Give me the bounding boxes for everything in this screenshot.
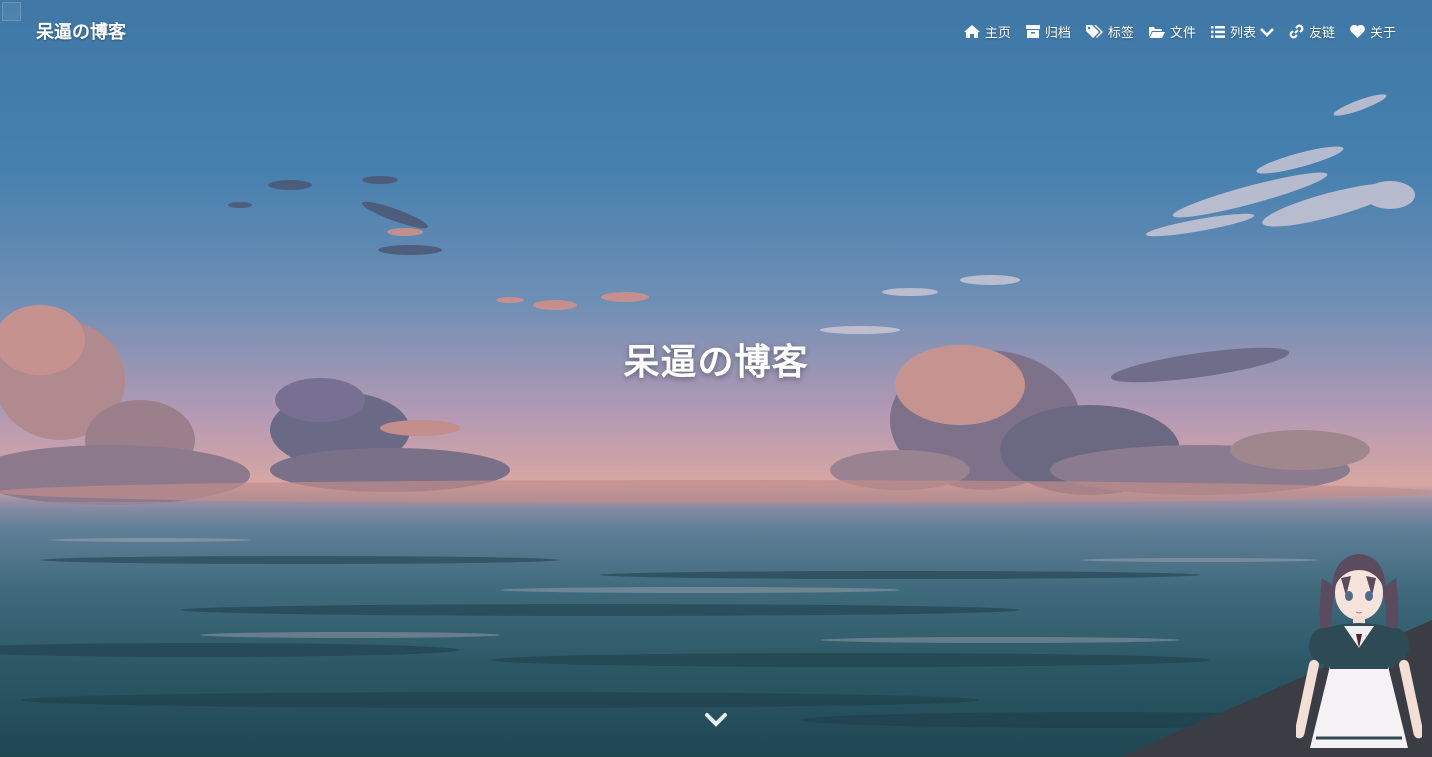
heart-icon: [1350, 25, 1365, 38]
hero-banner: 呆逼の博客 主页 归档 标签 文件 列表 友链 关于 呆逼の博客: [0, 0, 1432, 757]
nav-friend-links-label: 友链: [1308, 26, 1335, 41]
folder-open-icon: [1148, 26, 1165, 38]
nav-home-label: 主页: [984, 26, 1011, 41]
nav-archive[interactable]: 归档: [1025, 22, 1071, 41]
site-logo[interactable]: 呆逼の博客: [36, 18, 126, 44]
archive-icon: [1025, 25, 1040, 38]
nav-tags[interactable]: 标签: [1085, 22, 1134, 41]
home-icon: [963, 25, 980, 38]
top-navbar: 呆逼の博客 主页 归档 标签 文件 列表 友链 关于: [0, 0, 1432, 64]
nav-about-label: 关于: [1369, 26, 1396, 41]
nav-archive-label: 归档: [1044, 26, 1071, 41]
nav-tags-label: 标签: [1107, 26, 1134, 41]
list-icon: [1210, 25, 1225, 38]
hero-title: 呆逼の博客: [623, 342, 809, 383]
nav-list[interactable]: 列表: [1210, 22, 1274, 41]
nav-list-label: 列表: [1229, 26, 1256, 41]
nav-home[interactable]: 主页: [963, 22, 1011, 41]
chevron-down-icon: [1260, 27, 1274, 37]
nav-about[interactable]: 关于: [1350, 22, 1396, 41]
nav-menu: 主页 归档 标签 文件 列表 友链 关于: [949, 22, 1396, 41]
nav-files[interactable]: 文件: [1148, 22, 1196, 41]
nav-friend-links[interactable]: 友链: [1289, 22, 1335, 41]
nav-files-label: 文件: [1169, 26, 1196, 41]
link-icon: [1289, 24, 1304, 39]
live2d-mascot[interactable]: [1296, 548, 1422, 757]
chevron-down-icon: [705, 713, 727, 727]
tags-icon: [1085, 24, 1103, 38]
scroll-down-button[interactable]: [704, 712, 728, 732]
